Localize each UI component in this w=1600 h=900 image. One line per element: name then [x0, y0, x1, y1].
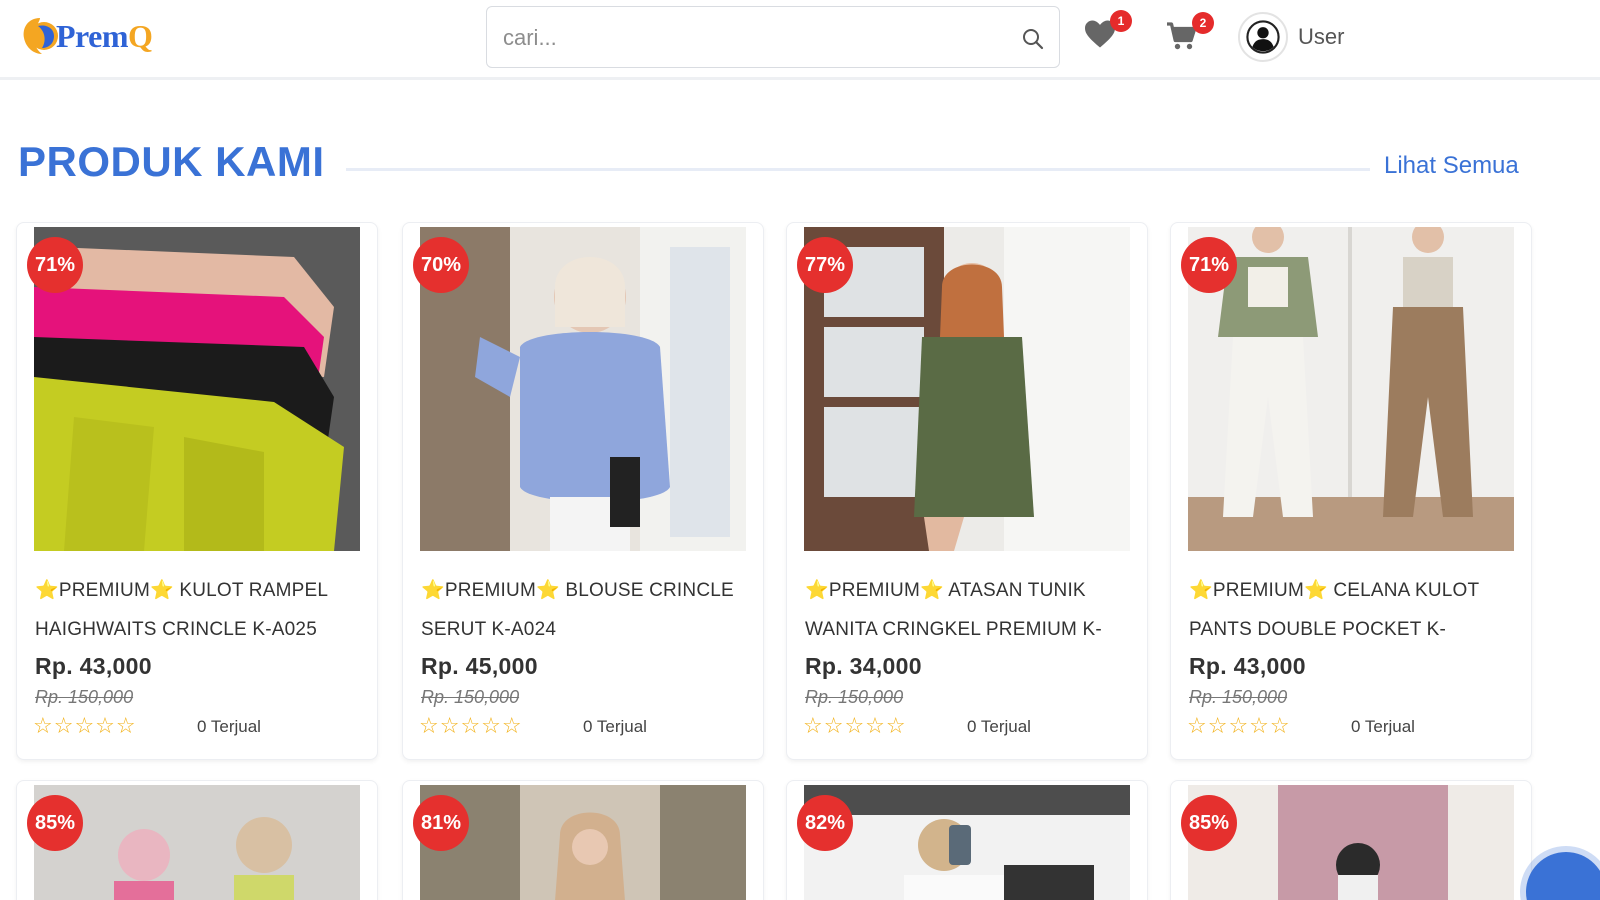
product-price: Rp. 34,000	[805, 653, 922, 679]
discount-badge: 70%	[413, 237, 469, 293]
discount-badge: 82%	[797, 795, 853, 851]
rating-stars: ☆☆☆☆☆	[803, 713, 907, 738]
sold-count: 0 Terjual	[583, 717, 647, 736]
product-original-price: Rp. 150,000	[421, 687, 520, 707]
product-card[interactable]: 71% ⭐PREMIUM⭐ KULOT RAMPEL HAIGHWAITS CR…	[16, 222, 378, 760]
discount-badge: 71%	[1181, 237, 1237, 293]
search-box	[486, 6, 1060, 68]
discount-badge: 85%	[27, 795, 83, 851]
product-image[interactable]	[1188, 227, 1514, 551]
product-card[interactable]: 85%	[1170, 780, 1532, 900]
discount-badge: 81%	[413, 795, 469, 851]
product-original-price: Rp. 150,000	[805, 687, 904, 707]
product-name[interactable]: ⭐PREMIUM⭐ CELANA KULOT PANTS DOUBLE POCK…	[1189, 571, 1519, 649]
section-title: PRODUK KAMI	[18, 138, 325, 185]
logo[interactable]: PremQ	[20, 8, 153, 64]
product-image[interactable]	[34, 785, 360, 900]
sold-count: 0 Terjual	[967, 717, 1031, 736]
product-name[interactable]: ⭐PREMIUM⭐ BLOUSE CRINCLE SERUT K-A024	[421, 571, 751, 649]
see-all-link[interactable]: Lihat Semua	[1384, 152, 1519, 180]
sold-count: 0 Terjual	[197, 717, 261, 736]
product-image[interactable]	[804, 785, 1130, 900]
rating-stars: ☆☆☆☆☆	[33, 713, 137, 738]
product-image[interactable]	[420, 227, 746, 551]
avatar	[1238, 12, 1288, 62]
sold-count: 0 Terjual	[1351, 717, 1415, 736]
product-price: Rp. 43,000	[1189, 653, 1306, 679]
search-icon[interactable]	[1021, 27, 1045, 51]
product-card[interactable]: 77% ⭐PREMIUM⭐ ATASAN TUNIK WANITA CRINGK…	[786, 222, 1148, 760]
discount-badge: 85%	[1181, 795, 1237, 851]
logo-text: PremQ	[56, 17, 153, 54]
product-card[interactable]: 85%	[16, 780, 378, 900]
user-name: User	[1298, 24, 1345, 49]
product-name[interactable]: ⭐PREMIUM⭐ ATASAN TUNIK WANITA CRINGKEL P…	[805, 571, 1135, 649]
product-image[interactable]	[420, 785, 746, 900]
product-image[interactable]	[34, 227, 360, 551]
search-input[interactable]	[503, 23, 983, 53]
logo-icon	[23, 18, 58, 54]
product-card[interactable]: 70% ⭐PREMIUM⭐ BLOUSE CRINCLE SERUT K-A02…	[402, 222, 764, 760]
product-card[interactable]: 71% ⭐PREMIUM⭐ CELANA KULOT PANTS DOUBLE …	[1170, 222, 1532, 760]
title-divider	[346, 168, 1370, 171]
user-menu[interactable]: User	[1238, 12, 1344, 62]
product-price: Rp. 43,000	[35, 653, 152, 679]
product-card[interactable]: 82%	[786, 780, 1148, 900]
product-name[interactable]: ⭐PREMIUM⭐ KULOT RAMPEL HAIGHWAITS CRINCL…	[35, 571, 365, 649]
wishlist-count-badge: 1	[1110, 10, 1132, 32]
product-original-price: Rp. 150,000	[35, 687, 134, 707]
product-image[interactable]	[804, 227, 1130, 551]
product-image[interactable]	[1188, 785, 1514, 900]
product-price: Rp. 45,000	[421, 653, 538, 679]
cart-button[interactable]: 2	[1164, 12, 1214, 58]
rating-stars: ☆☆☆☆☆	[1187, 713, 1291, 738]
rating-stars: ☆☆☆☆☆	[419, 713, 523, 738]
cart-count-badge: 2	[1192, 12, 1214, 34]
wishlist-button[interactable]: 1	[1082, 10, 1132, 56]
discount-badge: 77%	[797, 237, 853, 293]
top-header: PremQ 1 2 User	[0, 0, 1600, 80]
product-original-price: Rp. 150,000	[1189, 687, 1288, 707]
discount-badge: 71%	[27, 237, 83, 293]
user-icon	[1246, 20, 1280, 54]
chat-button[interactable]	[1526, 852, 1600, 900]
product-card[interactable]: 81%	[402, 780, 764, 900]
